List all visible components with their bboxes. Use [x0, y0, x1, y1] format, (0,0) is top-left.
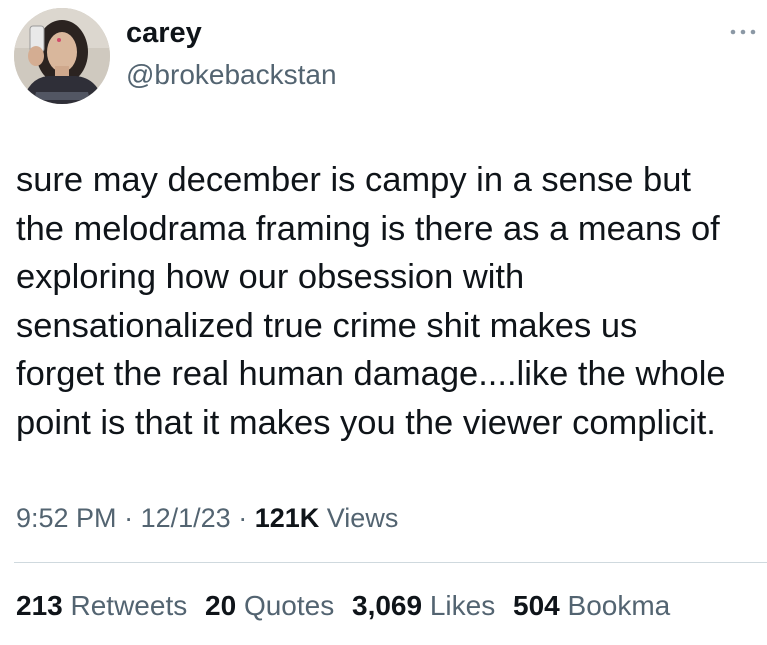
- avatar[interactable]: [14, 8, 110, 104]
- stat-likes[interactable]: 3,069 Likes: [352, 590, 495, 621]
- stat-retweets[interactable]: 213 Retweets: [16, 590, 187, 621]
- engagement-stats: 213 Retweets 20 Quotes 3,069 Likes 504 B…: [16, 588, 767, 624]
- views-count[interactable]: 121K: [255, 503, 320, 533]
- stat-value: 504: [513, 590, 560, 621]
- meta-separator: ·: [124, 503, 134, 533]
- author-handle[interactable]: @brokebackstan: [126, 58, 337, 92]
- tweet-date[interactable]: 12/1/23: [141, 503, 231, 533]
- more-options-button[interactable]: [727, 22, 759, 42]
- stat-label: Bookma: [567, 590, 671, 621]
- more-horizontal-icon: [730, 29, 756, 35]
- tweet-time[interactable]: 9:52 PM: [16, 503, 117, 533]
- author-name[interactable]: carey: [126, 16, 202, 50]
- meta-separator: ·: [238, 503, 248, 533]
- stat-bookmarks[interactable]: 504 Bookma: [513, 590, 670, 621]
- stat-quotes[interactable]: 20 Quotes: [205, 590, 334, 621]
- stat-label: Quotes: [243, 590, 335, 621]
- stat-label: Retweets: [70, 590, 188, 621]
- stat-label: Likes: [429, 590, 496, 621]
- tweet-meta: 9:52 PM · 12/1/23 · 121K Views: [16, 500, 398, 536]
- tweet-text: sure may december is campy in a sense bu…: [16, 161, 726, 442]
- divider: [14, 562, 767, 563]
- views-label: Views: [326, 503, 399, 533]
- stat-value: 20: [205, 590, 237, 621]
- stat-value: 3,069: [352, 590, 423, 621]
- tweet: carey @brokebackstan sure may december i…: [0, 0, 767, 645]
- stat-value: 213: [16, 590, 63, 621]
- avatar-image: [14, 8, 110, 104]
